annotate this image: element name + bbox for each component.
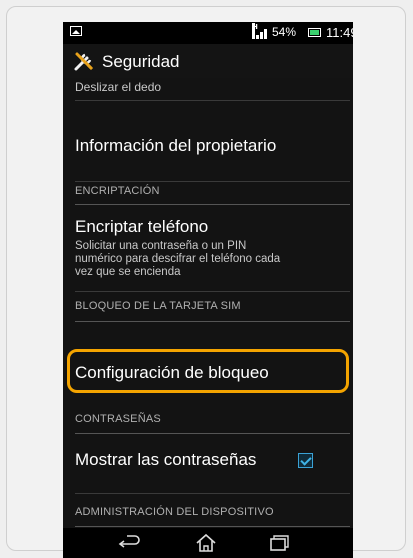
- setting-encrypt-description: Solicitar una contraseña o un PIN numéri…: [75, 240, 281, 278]
- section-header-device-admin: ADMINISTRACIÓN DEL DISPOSITIVO: [75, 506, 274, 518]
- section-divider: [75, 433, 350, 434]
- image-notification-icon: [70, 26, 82, 36]
- battery-percent: 54%: [272, 25, 297, 39]
- navigation-bar: [63, 528, 353, 558]
- clock: 11:49: [326, 25, 353, 40]
- status-bar: H 54% 11:49: [63, 22, 353, 44]
- setting-encrypt-phone[interactable]: Encriptar teléfono: [75, 217, 208, 237]
- recent-apps-icon[interactable]: [266, 532, 292, 554]
- battery-icon: [308, 28, 321, 37]
- page-title: Seguridad: [102, 52, 180, 71]
- section-divider: [75, 321, 350, 322]
- section-header-passwords: CONTRASEÑAS: [75, 413, 161, 425]
- home-icon[interactable]: [193, 532, 219, 554]
- back-icon[interactable]: [115, 532, 141, 554]
- section-header-encryption: ENCRIPTACIÓN: [75, 185, 160, 197]
- signal-icon: H: [252, 23, 268, 39]
- section-divider: [75, 526, 350, 527]
- divider: [75, 291, 350, 292]
- action-bar[interactable]: ‹ Seguridad: [63, 44, 353, 78]
- show-passwords-checkbox[interactable]: [298, 453, 313, 468]
- settings-list: Deslizar el dedo Información del propiet…: [63, 78, 353, 528]
- phone-screen: H 54% 11:49 ‹ Seguridad Deslizar el dedo…: [63, 22, 353, 558]
- setting-show-passwords[interactable]: Mostrar las contraseñas: [75, 450, 256, 470]
- tools-icon: [74, 52, 93, 71]
- divider: [75, 493, 350, 494]
- divider: [75, 100, 350, 101]
- setting-partial-item[interactable]: Deslizar el dedo: [75, 80, 161, 94]
- highlight-box: [67, 349, 349, 393]
- network-type: H: [252, 23, 258, 39]
- section-header-sim-lock: BLOQUEO DE LA TARJETA SIM: [75, 300, 241, 312]
- divider: [75, 181, 350, 182]
- setting-owner-info[interactable]: Información del propietario: [75, 136, 276, 156]
- section-divider: [75, 204, 350, 205]
